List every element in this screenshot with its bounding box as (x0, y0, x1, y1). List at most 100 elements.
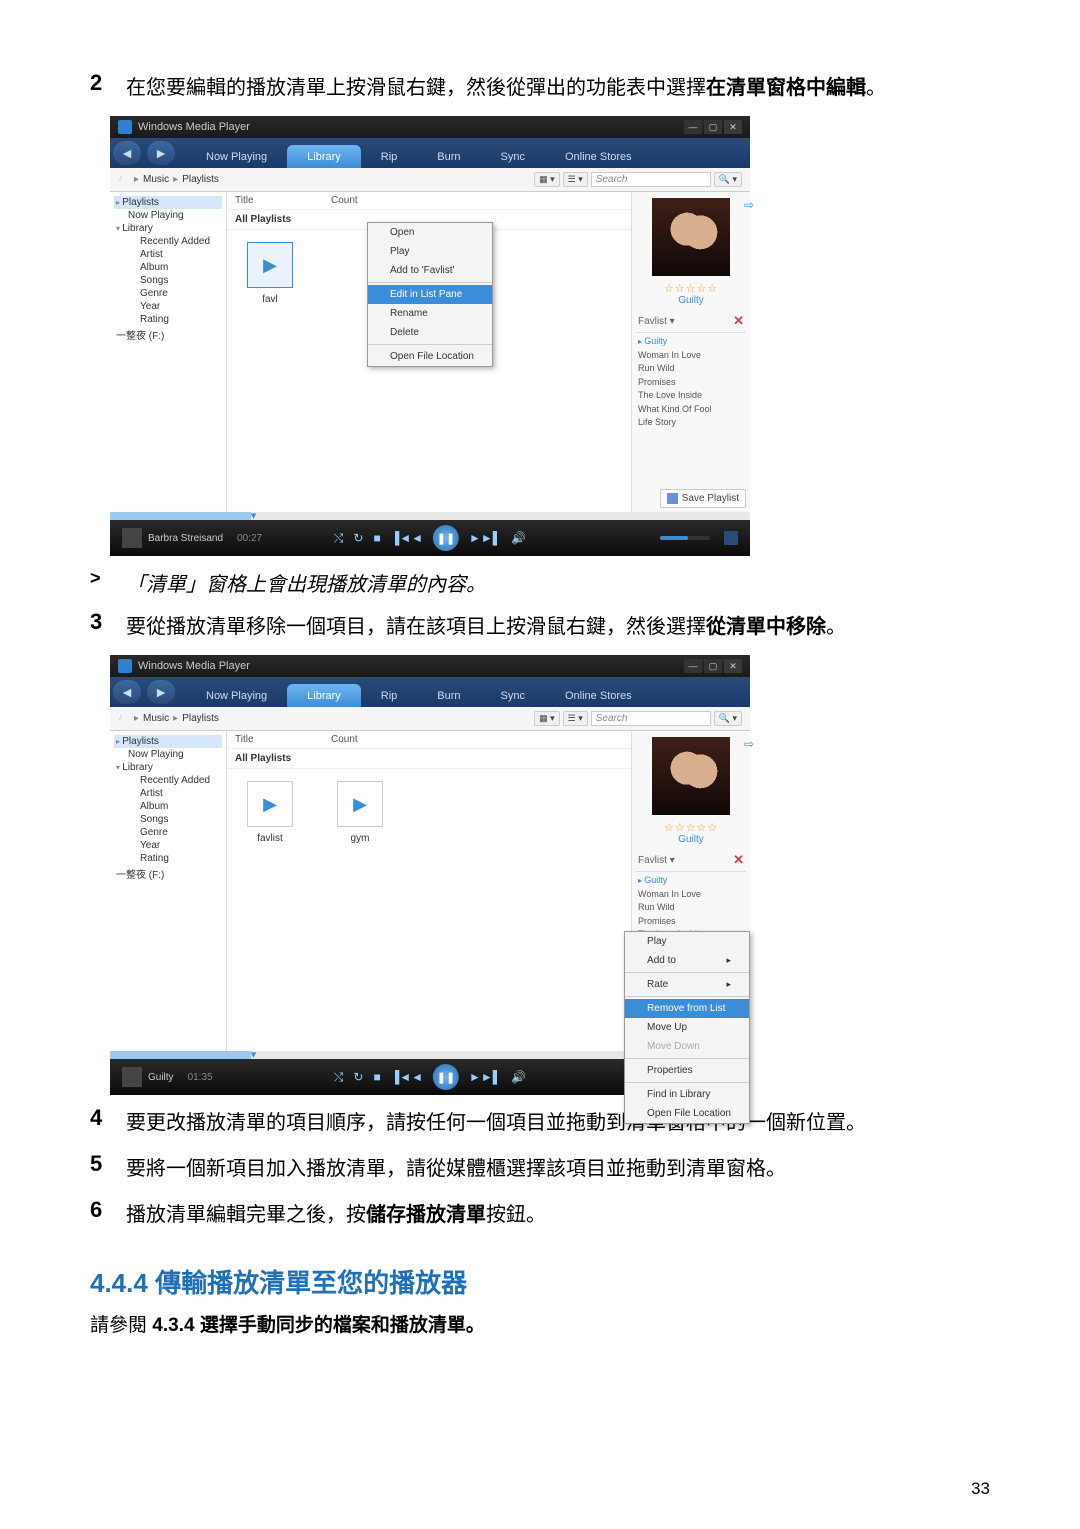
playlist-gym[interactable]: ▶ gym (337, 781, 383, 844)
list-item[interactable]: Woman In Love (636, 349, 746, 363)
ctx-open[interactable]: Open (368, 223, 492, 242)
mute-icon[interactable]: 🔊 (511, 1070, 526, 1084)
tree-playlists[interactable]: Playlists (114, 735, 222, 748)
search-input[interactable]: Search (591, 172, 711, 187)
tree-item[interactable]: Artist (114, 787, 222, 800)
minimize-icon[interactable]: — (684, 120, 702, 134)
shuffle-icon[interactable]: ⤭ (334, 1070, 344, 1085)
col-count[interactable]: Count (323, 731, 366, 748)
tree-item[interactable]: Rating (114, 313, 222, 326)
ctx-properties[interactable]: Properties (625, 1061, 749, 1080)
tree-item[interactable]: Recently Added (114, 235, 222, 248)
tree-item[interactable]: Genre (114, 826, 222, 839)
repeat-icon[interactable]: ↻ (353, 531, 363, 545)
list-item[interactable]: Run Wild (636, 362, 746, 376)
list-name[interactable]: Favlist ▾ (638, 316, 675, 327)
tab-online-stores[interactable]: Online Stores (545, 684, 652, 707)
scrub-bar[interactable]: ▾ (110, 512, 750, 520)
ctx-find-in-library[interactable]: Find in Library (625, 1085, 749, 1104)
tree-item[interactable]: Genre (114, 287, 222, 300)
next-icon[interactable]: ►►▌ (469, 1070, 501, 1084)
tab-online-stores[interactable]: Online Stores (545, 145, 652, 168)
tree-playlists[interactable]: Playlists (114, 196, 222, 209)
minimize-icon[interactable]: — (684, 659, 702, 673)
prev-icon[interactable]: ▐◄◄ (391, 531, 423, 545)
next-icon[interactable]: ►►▌ (469, 531, 501, 545)
tree-drive[interactable]: 一整夜 (F:) (114, 865, 222, 882)
forward-button[interactable]: ► (147, 680, 175, 704)
clear-list-icon[interactable]: ✕ (733, 852, 744, 868)
library-options-icon[interactable]: ☰ ▾ (563, 711, 588, 726)
tab-now-playing[interactable]: Now Playing (186, 684, 287, 707)
rating-stars[interactable]: ☆☆☆☆☆ (636, 282, 746, 295)
close-icon[interactable]: ✕ (724, 659, 742, 673)
tab-library[interactable]: Library (287, 684, 361, 707)
tab-burn[interactable]: Burn (417, 684, 480, 707)
ctx-open-file-location[interactable]: Open File Location (368, 347, 492, 366)
list-item[interactable]: What Kind Of Fool (636, 403, 746, 417)
tree-item[interactable]: Songs (114, 274, 222, 287)
tree-item[interactable]: Album (114, 261, 222, 274)
list-item[interactable]: Guilty (636, 335, 746, 349)
tree-item[interactable]: Artist (114, 248, 222, 261)
ctx-play[interactable]: Play (625, 932, 749, 951)
back-button[interactable]: ◄ (113, 141, 141, 165)
tab-burn[interactable]: Burn (417, 145, 480, 168)
list-item[interactable]: Run Wild (636, 901, 746, 915)
maximize-icon[interactable]: ▢ (704, 120, 722, 134)
save-playlist-button[interactable]: Save Playlist (660, 489, 746, 508)
breadcrumb[interactable]: ▸Music▸Playlists (134, 174, 219, 185)
prev-icon[interactable]: ▐◄◄ (391, 1070, 423, 1084)
playlist-favlist[interactable]: ▶ favlist (247, 781, 293, 844)
col-title[interactable]: Title (227, 192, 323, 209)
view-icon[interactable]: ▦ ▾ (534, 711, 560, 726)
tree-item[interactable]: Album (114, 800, 222, 813)
search-input[interactable]: Search (591, 711, 711, 726)
playlist-favlist[interactable]: ▶ favl (247, 242, 293, 305)
ctx-move-up[interactable]: Move Up (625, 1018, 749, 1037)
back-button[interactable]: ◄ (113, 680, 141, 704)
tree-now-playing[interactable]: Now Playing (114, 748, 222, 761)
compact-mode-icon[interactable] (724, 531, 738, 545)
list-item[interactable]: Life Story (636, 416, 746, 430)
play-pause-button[interactable]: ❚❚ (433, 1064, 459, 1090)
tree-item[interactable]: Rating (114, 852, 222, 865)
col-count[interactable]: Count (323, 192, 366, 209)
shuffle-icon[interactable]: ⤭ (334, 531, 344, 546)
rating-stars[interactable]: ☆☆☆☆☆ (636, 821, 746, 834)
list-item[interactable]: Woman In Love (636, 888, 746, 902)
ctx-remove-from-list[interactable]: Remove from List (625, 999, 749, 1018)
ctx-delete[interactable]: Delete (368, 323, 492, 342)
close-icon[interactable]: ✕ (724, 120, 742, 134)
tree-item[interactable]: Recently Added (114, 774, 222, 787)
list-item[interactable]: The Love Inside (636, 389, 746, 403)
view-icon[interactable]: ▦ ▾ (534, 172, 560, 187)
list-name[interactable]: Favlist ▾ (638, 855, 675, 866)
play-pause-button[interactable]: ❚❚ (433, 525, 459, 551)
list-item[interactable]: Promises (636, 376, 746, 390)
mute-icon[interactable]: 🔊 (511, 531, 526, 545)
tree-library[interactable]: Library (114, 761, 222, 774)
tab-rip[interactable]: Rip (361, 684, 418, 707)
expand-arrow-icon[interactable]: ⇨ (744, 198, 754, 212)
tab-sync[interactable]: Sync (481, 684, 545, 707)
tab-rip[interactable]: Rip (361, 145, 418, 168)
col-title[interactable]: Title (227, 731, 323, 748)
tab-sync[interactable]: Sync (481, 145, 545, 168)
library-options-icon[interactable]: ☰ ▾ (563, 172, 588, 187)
tree-library[interactable]: Library (114, 222, 222, 235)
tree-drive[interactable]: 一整夜 (F:) (114, 326, 222, 343)
search-icon[interactable]: 🔍 ▾ (714, 711, 742, 726)
ctx-rate[interactable]: Rate (625, 975, 749, 994)
stop-icon[interactable]: ■ (373, 531, 380, 545)
ctx-play[interactable]: Play (368, 242, 492, 261)
tab-now-playing[interactable]: Now Playing (186, 145, 287, 168)
clear-list-icon[interactable]: ✕ (733, 313, 744, 329)
volume-slider[interactable] (660, 536, 710, 540)
tab-library[interactable]: Library (287, 145, 361, 168)
repeat-icon[interactable]: ↻ (353, 1070, 363, 1084)
list-item[interactable]: Guilty (636, 874, 746, 888)
tree-now-playing[interactable]: Now Playing (114, 209, 222, 222)
forward-button[interactable]: ► (147, 141, 175, 165)
ctx-rename[interactable]: Rename (368, 304, 492, 323)
